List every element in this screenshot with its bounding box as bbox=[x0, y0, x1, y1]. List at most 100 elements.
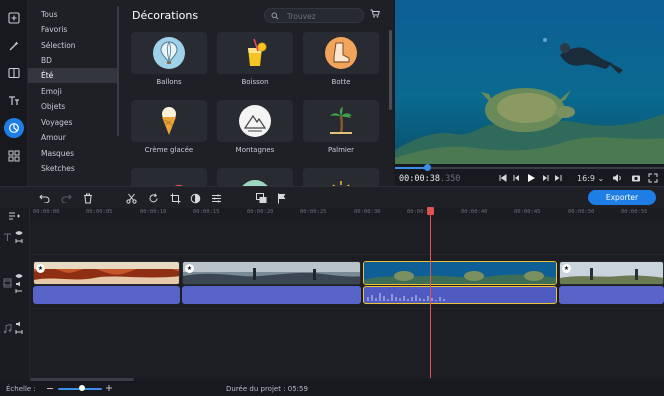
link-icon[interactable] bbox=[15, 329, 23, 335]
video-track-icon bbox=[3, 278, 12, 288]
category-item[interactable]: Favoris bbox=[28, 22, 118, 37]
frame-back-icon[interactable] bbox=[513, 174, 521, 182]
clip-thumbnails bbox=[34, 262, 179, 284]
sticker-balloon[interactable] bbox=[131, 32, 207, 74]
transitions-icon[interactable] bbox=[4, 63, 24, 83]
search-box[interactable] bbox=[264, 8, 364, 23]
play-icon[interactable] bbox=[526, 173, 536, 183]
aspect-ratio-select[interactable]: 16:9 ⌄ bbox=[577, 174, 604, 183]
sticker-compass[interactable] bbox=[217, 168, 293, 186]
category-scrollbar[interactable] bbox=[117, 6, 119, 136]
delete-icon[interactable] bbox=[82, 192, 94, 204]
video-clip[interactable]: ★ bbox=[182, 261, 361, 285]
category-item[interactable]: BD bbox=[28, 53, 118, 68]
sticker-sun-umbrella[interactable] bbox=[131, 168, 207, 186]
scrubber-handle[interactable] bbox=[424, 164, 432, 171]
speaker-icon[interactable] bbox=[15, 321, 23, 327]
scale-slider-handle[interactable] bbox=[79, 385, 85, 391]
video-clip[interactable]: ★ bbox=[559, 261, 664, 285]
compass-icon bbox=[242, 180, 268, 186]
clip-thumbnails bbox=[183, 262, 360, 284]
export-button[interactable]: Exporter bbox=[588, 190, 656, 205]
favorite-star-icon[interactable]: ★ bbox=[185, 264, 194, 273]
import-icon[interactable] bbox=[4, 8, 24, 28]
timeline-ruler[interactable]: 00:00:00 00:00:05 00:00:10 00:00:15 00:0… bbox=[30, 208, 664, 220]
zoom-in-icon[interactable] bbox=[105, 384, 113, 392]
speaker-icon[interactable] bbox=[15, 281, 23, 287]
grid-icon[interactable] bbox=[4, 146, 24, 166]
panel-title: Décorations bbox=[132, 9, 199, 22]
video-preview[interactable]: ? bbox=[395, 0, 664, 164]
category-item[interactable]: Sketches bbox=[28, 161, 118, 176]
boot-icon bbox=[325, 37, 357, 69]
playhead-handle[interactable] bbox=[427, 207, 434, 215]
panel-scrollbar[interactable] bbox=[389, 30, 392, 110]
visibility-eye-icon[interactable] bbox=[15, 273, 23, 279]
ruler-tick: 00:00:10 bbox=[140, 209, 167, 215]
mountains-icon bbox=[239, 105, 271, 137]
audio-clip-selected[interactable] bbox=[363, 286, 557, 304]
project-duration: Durée du projet : 05:59 bbox=[226, 385, 308, 393]
skip-forward-icon[interactable] bbox=[554, 174, 562, 182]
favorite-star-icon[interactable]: ★ bbox=[36, 264, 45, 273]
time-display: 00:00:38.350 bbox=[399, 174, 460, 184]
sticker-label: Crème glacée bbox=[144, 146, 194, 154]
redo-icon[interactable] bbox=[60, 192, 72, 204]
sticker-boot[interactable] bbox=[303, 32, 379, 74]
edit-toolbar bbox=[0, 186, 664, 208]
link-icon[interactable] bbox=[15, 238, 23, 244]
category-item-selected[interactable]: Été bbox=[28, 68, 118, 83]
preview-scrubber[interactable] bbox=[395, 164, 664, 171]
add-track-icon[interactable] bbox=[8, 211, 20, 221]
crop-icon[interactable] bbox=[169, 192, 181, 204]
sticker-sun[interactable] bbox=[303, 168, 379, 186]
audio-clip[interactable] bbox=[33, 286, 180, 304]
color-adjust-icon[interactable] bbox=[189, 192, 201, 204]
timeline-tracks[interactable]: ★ ★ ★ bbox=[30, 220, 664, 378]
ruler-tick: 00:00:55 bbox=[621, 209, 648, 215]
cart-icon[interactable] bbox=[370, 9, 380, 18]
fullscreen-icon[interactable] bbox=[648, 173, 658, 183]
audio-clip[interactable] bbox=[559, 286, 664, 304]
search-input[interactable] bbox=[287, 10, 361, 22]
zoom-out-icon[interactable] bbox=[46, 386, 54, 391]
text-track-icon bbox=[4, 233, 11, 241]
player-controls: 00:00:38.350 16:9 ⌄ bbox=[395, 164, 664, 186]
skip-back-icon[interactable] bbox=[499, 174, 507, 182]
audio-clip[interactable] bbox=[182, 286, 361, 304]
category-list: Tous Favoris Sélection BD Été Emoji Obje… bbox=[28, 0, 120, 186]
category-item[interactable]: Voyages bbox=[28, 115, 118, 130]
palm-tree-icon bbox=[330, 107, 352, 134]
overlay-icon[interactable] bbox=[255, 192, 267, 204]
visibility-eye-icon[interactable] bbox=[15, 230, 23, 236]
frame-forward-icon[interactable] bbox=[541, 174, 549, 182]
undo-icon[interactable] bbox=[38, 192, 50, 204]
sticker-ice-cream[interactable] bbox=[131, 100, 207, 142]
volume-icon[interactable] bbox=[612, 173, 622, 183]
sticker-palm-tree[interactable] bbox=[303, 100, 379, 142]
category-item[interactable]: Emoji bbox=[28, 84, 118, 99]
hot-air-balloon-icon bbox=[153, 37, 185, 69]
sticker-mountains[interactable] bbox=[217, 100, 293, 142]
clip-properties-icon[interactable] bbox=[210, 192, 222, 204]
snapshot-icon[interactable] bbox=[631, 173, 641, 183]
favorite-star-icon[interactable]: ★ bbox=[562, 264, 571, 273]
video-clip[interactable]: ★ bbox=[33, 261, 180, 285]
category-item[interactable]: Sélection bbox=[28, 38, 118, 53]
rotate-icon[interactable] bbox=[147, 192, 159, 204]
playhead[interactable] bbox=[430, 208, 431, 378]
category-item[interactable]: Tous bbox=[28, 7, 118, 22]
category-item[interactable]: Masques bbox=[28, 146, 118, 161]
stickers-icon[interactable] bbox=[4, 118, 24, 138]
titles-icon[interactable] bbox=[4, 91, 24, 111]
magic-wand-icon[interactable] bbox=[4, 36, 24, 56]
link-icon[interactable] bbox=[15, 288, 23, 294]
category-item[interactable]: Objets bbox=[28, 99, 118, 114]
sticker-label: Montagnes bbox=[235, 146, 275, 154]
marker-flag-icon[interactable] bbox=[276, 192, 288, 204]
video-clip-selected[interactable] bbox=[363, 261, 557, 285]
track-headers bbox=[0, 208, 30, 378]
cut-icon[interactable] bbox=[125, 192, 137, 204]
category-item[interactable]: Amour bbox=[28, 130, 118, 145]
sticker-drink[interactable] bbox=[217, 32, 293, 74]
